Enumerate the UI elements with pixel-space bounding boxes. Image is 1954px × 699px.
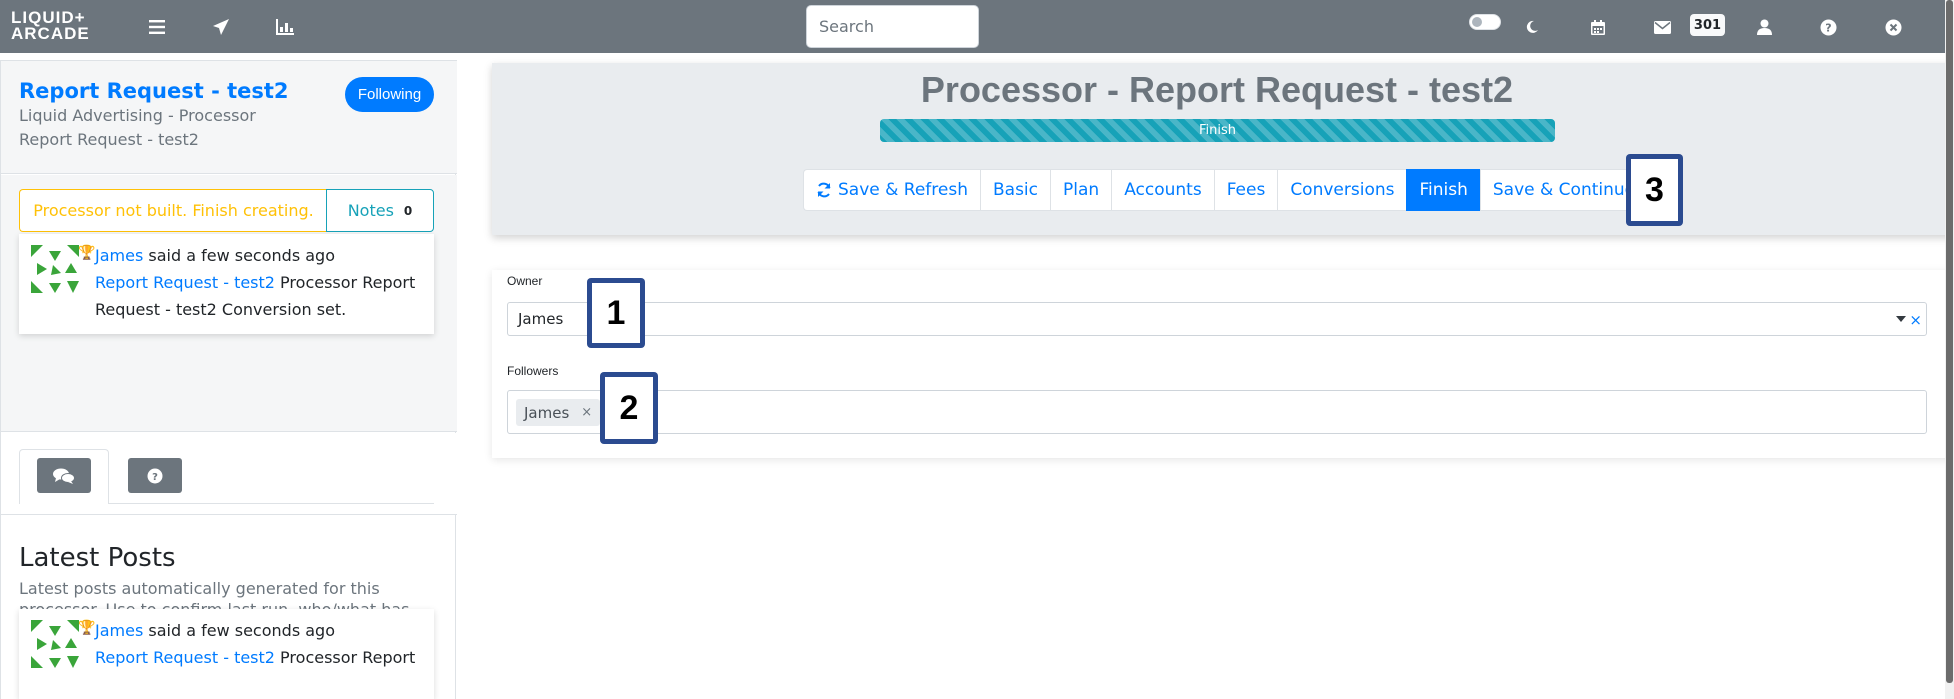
- post-author-link[interactable]: James: [95, 621, 143, 640]
- sidebar-status-section: Processor not built. Finish creating. No…: [1, 175, 457, 432]
- notes-button[interactable]: Notes 0: [326, 189, 434, 232]
- search-input[interactable]: [806, 5, 979, 48]
- processor-title-link[interactable]: Report Request - test2: [19, 79, 289, 103]
- page-title: Processor - Report Request - test2: [920, 69, 1514, 110]
- post-time: said a few seconds ago: [143, 621, 335, 640]
- notes-label: Notes: [347, 201, 394, 220]
- processor-header-card: Processor - Report Request - test2 Finis…: [492, 63, 1954, 235]
- tab-divider: [108, 503, 434, 504]
- step-conversions-button[interactable]: Conversions: [1277, 169, 1407, 211]
- calendar-icon[interactable]: [1585, 14, 1611, 40]
- save-refresh-label: Save & Refresh: [838, 180, 968, 200]
- svg-text:?: ?: [1825, 21, 1831, 34]
- follower-name: James: [524, 403, 570, 422]
- brand-line-2: ARCADE: [11, 24, 90, 43]
- remove-follower-icon[interactable]: ×: [581, 405, 592, 420]
- follower-chip: James ×: [516, 399, 601, 426]
- refresh-icon: [817, 182, 831, 198]
- step-finish-button[interactable]: Finish: [1406, 169, 1480, 211]
- avatar: [31, 620, 79, 668]
- step-basic-button[interactable]: Basic: [980, 169, 1051, 211]
- sidebar-tabs: ?: [1, 433, 457, 515]
- latest-posts-heading: Latest Posts: [19, 543, 176, 573]
- owner-label: Owner: [507, 274, 543, 288]
- marker-3: 3: [1626, 154, 1683, 226]
- left-sidebar: Report Request - test2 Liquid Advertisin…: [0, 60, 457, 699]
- processor-warning: Processor not built. Finish creating.: [19, 189, 327, 232]
- owner-value: James: [518, 310, 564, 328]
- step-fees-button[interactable]: Fees: [1213, 169, 1278, 211]
- owner-select[interactable]: James ×: [507, 302, 1927, 336]
- trophy-icon: 🏆: [78, 245, 96, 261]
- close-circle-icon[interactable]: [1880, 14, 1906, 40]
- step-plan-button[interactable]: Plan: [1050, 169, 1112, 211]
- top-navbar: LIQUID+ ARCADE 301 ?: [0, 0, 1954, 53]
- dark-mode-toggle[interactable]: [1469, 14, 1501, 30]
- step-accounts-button[interactable]: Accounts: [1111, 169, 1214, 211]
- help-tab-icon[interactable]: ?: [128, 458, 182, 493]
- svg-text:?: ?: [152, 472, 158, 483]
- marker-3-label: 3: [1631, 159, 1678, 221]
- chevron-down-icon[interactable]: [1896, 316, 1906, 322]
- notes-count: 0: [403, 203, 413, 218]
- following-button[interactable]: Following: [345, 77, 434, 112]
- owner-followers-form: Owner James × Followers James ×: [492, 270, 1954, 458]
- marker-2-label: 2: [605, 377, 653, 439]
- user-icon[interactable]: [1751, 14, 1777, 40]
- post-card: 🏆 James said a few seconds ago Report Re…: [19, 234, 434, 334]
- wizard-step-buttons: Save & Refresh Basic Plan Accounts Fees …: [803, 169, 1672, 211]
- progress-bar: Finish: [880, 119, 1555, 142]
- marker-1-label: 1: [592, 283, 640, 343]
- post-text: James said a few seconds ago Report Requ…: [95, 617, 425, 671]
- moon-icon[interactable]: [1519, 14, 1545, 40]
- post-processor-link[interactable]: Report Request - test2: [95, 648, 275, 667]
- chart-icon[interactable]: [272, 14, 298, 40]
- scrollbar-thumb[interactable]: [1946, 0, 1953, 683]
- paper-plane-icon[interactable]: [208, 14, 234, 40]
- marker-2: 2: [600, 372, 658, 444]
- post-message: Processor Report: [274, 648, 416, 667]
- sidebar-header: Report Request - test2 Liquid Advertisin…: [1, 60, 457, 174]
- marker-1: 1: [587, 278, 645, 348]
- message-count-badge[interactable]: 301: [1690, 14, 1725, 36]
- comments-icon[interactable]: [37, 458, 91, 493]
- save-refresh-button[interactable]: Save & Refresh: [803, 169, 980, 211]
- processor-subtitle: Liquid Advertising - Processor Report Re…: [19, 106, 256, 149]
- followers-input[interactable]: James ×: [507, 390, 1927, 434]
- post-card: 🏆 James said a few seconds ago Report Re…: [19, 609, 434, 699]
- page-scrollbar[interactable]: [1945, 0, 1954, 699]
- help-icon[interactable]: ?: [1815, 14, 1841, 40]
- brand-logo[interactable]: LIQUID+ ARCADE: [11, 9, 111, 46]
- post-time: said a few seconds ago: [143, 246, 335, 265]
- post-author-link[interactable]: James: [95, 246, 143, 265]
- avatar: [31, 245, 79, 293]
- followers-label: Followers: [507, 364, 559, 378]
- menu-icon[interactable]: [144, 14, 170, 40]
- post-processor-link[interactable]: Report Request - test2: [95, 273, 275, 292]
- owner-clear-icon[interactable]: ×: [1909, 313, 1922, 328]
- post-text: James said a few seconds ago Report Requ…: [95, 242, 425, 323]
- save-continue-label: Save & Continue: [1492, 180, 1636, 200]
- trophy-icon: 🏆: [78, 620, 96, 636]
- envelope-icon[interactable]: [1649, 14, 1675, 40]
